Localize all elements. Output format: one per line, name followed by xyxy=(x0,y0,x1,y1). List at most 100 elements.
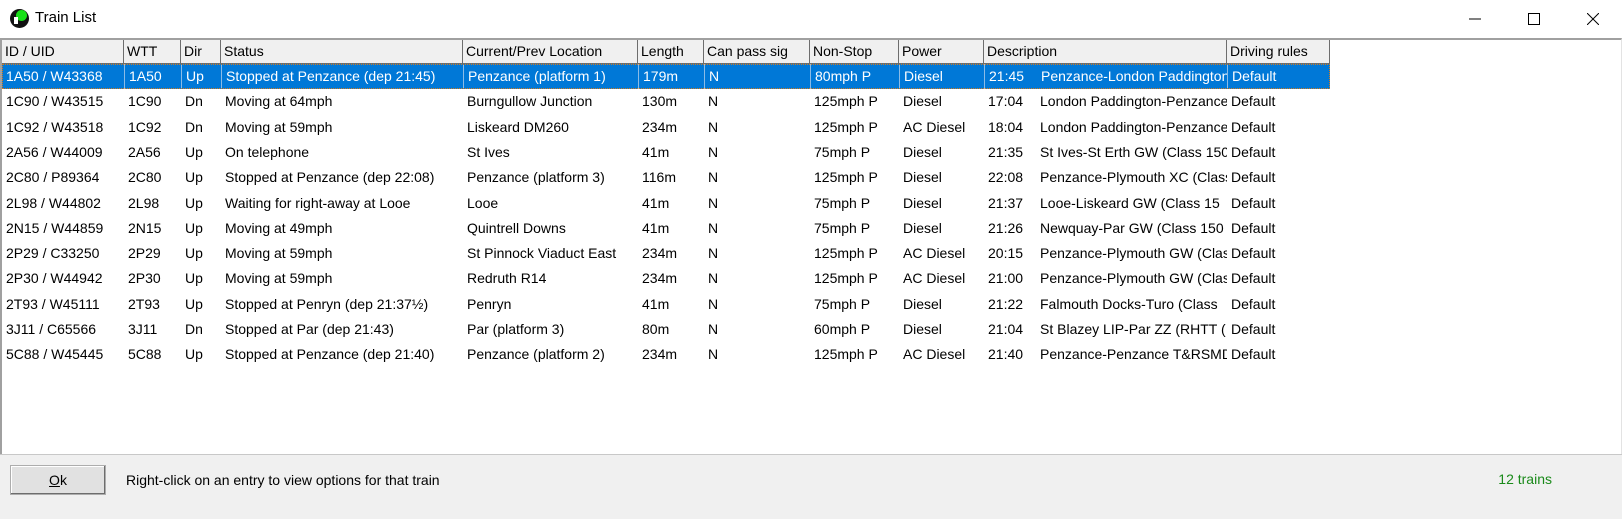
description-text: St Ives-St Erth GW (Class 150 xyxy=(1040,143,1227,160)
table-row[interactable]: 3J11 / C65566 3J11 Dn Stopped at Par (dep 2… xyxy=(2,317,1330,342)
table-row[interactable]: 1A50 / W43368 1A50 Up Stopped at Penzance (… xyxy=(2,64,1330,89)
description-text: London Paddington-Penzance xyxy=(1040,118,1227,135)
cell-status: Moving at 64mph xyxy=(225,93,333,110)
ok-label: k xyxy=(59,472,67,488)
table-row[interactable]: 1C92 / W43518 1C92 Dn Moving at 59mph Liskea… xyxy=(2,115,1330,140)
cell-non-stop: 80mph P xyxy=(810,64,899,89)
cell-status: Moving at 59mph xyxy=(225,118,333,135)
description-text: Looe-Liskeard GW (Class 15 xyxy=(1040,194,1220,211)
cell-dir: Up xyxy=(185,194,203,211)
train-list-view[interactable]: ID / UID WTT Dir Status Current/Prev Loc… xyxy=(0,38,1622,468)
column-header-dir[interactable]: Dir xyxy=(181,40,221,64)
table-row[interactable]: 2N15 / W44859 2N15 Up Moving at 49mph Quintr… xyxy=(2,216,1330,241)
description-text: Penzance-Plymouth GW (Class xyxy=(1040,245,1227,262)
table-row[interactable]: 5C88 / W45445 5C88 Up Stopped at Penzance (… xyxy=(2,342,1330,367)
close-button[interactable] xyxy=(1564,0,1622,38)
cell-length: 41m xyxy=(642,143,670,160)
cell-description: 21:40 Penzance-Penzance T&RSMD xyxy=(984,342,1227,367)
cell-location: Redruth R14 xyxy=(467,270,547,287)
cell-status: Stopped at Penryn (dep 21:37½) xyxy=(225,295,429,312)
cell-driving-rules: Default xyxy=(1231,295,1276,312)
cell-power: Diesel xyxy=(903,93,942,110)
cell-driving-rules: Default xyxy=(1231,245,1276,262)
cell-non-stop: 125mph P xyxy=(814,270,878,287)
cell-dir: Up xyxy=(185,143,203,160)
hint-text: Right-click on an entry to view options … xyxy=(126,472,440,488)
description-time: 21:04 xyxy=(988,321,1024,337)
column-header-length[interactable]: Length xyxy=(638,40,704,64)
minimize-button[interactable] xyxy=(1446,0,1504,38)
column-header-description[interactable]: Description xyxy=(984,40,1227,64)
cell-id: 3J11 / C65566 xyxy=(6,321,97,337)
cell-dir: Up xyxy=(185,295,203,312)
cell-location: Liskeard DM260 xyxy=(467,118,569,135)
cell-id: 2P29 / C33250 xyxy=(6,245,100,262)
cell-non-stop: 75mph P xyxy=(814,194,871,211)
close-icon xyxy=(1587,13,1599,25)
table-row[interactable]: 2A56 / W44009 2A56 Up On telephone St Ives 41… xyxy=(2,140,1330,165)
cell-power: AC Diesel xyxy=(903,270,966,287)
column-header-driving-rules[interactable]: Driving rules xyxy=(1227,40,1330,64)
cell-length: 41m xyxy=(642,219,670,236)
column-header-status[interactable]: Status xyxy=(221,40,463,64)
cell-dir: Up xyxy=(185,270,203,287)
table-row[interactable]: 2P29 / C33250 2P29 Up Moving at 59mph St Pin… xyxy=(2,241,1330,266)
cell-location: St Pinnock Viaduct East xyxy=(467,245,617,262)
cell-power: AC Diesel xyxy=(903,245,966,262)
cell-power: Diesel xyxy=(903,295,942,312)
table-row[interactable]: 2T93 / W45111 2T93 Up Stopped at Penryn (de… xyxy=(2,292,1330,317)
maximize-icon xyxy=(1528,13,1540,25)
table-row[interactable]: 2C80 / P89364 2C80 Up Stopped at Penzance (… xyxy=(2,165,1330,190)
cell-driving-rules: Default xyxy=(1227,64,1330,89)
description-time: 21:40 xyxy=(988,346,1024,363)
cell-can-pass-sig: N xyxy=(704,64,810,89)
cell-power: Diesel xyxy=(899,64,984,89)
cell-status: On telephone xyxy=(225,143,310,160)
cell-non-stop: 75mph P xyxy=(814,219,871,236)
footer-bar: Ok Right-click on an entry to view optio… xyxy=(0,454,1622,519)
cell-description: 21:04 St Blazey LIP-Par ZZ (RHTT ( xyxy=(984,317,1227,342)
cell-wtt: 3J11 xyxy=(128,321,158,337)
cell-id: 1A50 / W43368 xyxy=(6,68,103,84)
cell-power: AC Diesel xyxy=(903,346,966,363)
column-header-id[interactable]: ID / UID xyxy=(2,40,124,64)
cell-location: Penzance (platform 3) xyxy=(467,169,605,186)
cell-description: 18:04 London Paddington-Penzance xyxy=(984,115,1227,140)
cell-non-stop: 125mph P xyxy=(814,245,878,262)
description-time: 20:15 xyxy=(988,245,1024,262)
cell-driving-rules: Default xyxy=(1231,346,1276,363)
column-header-power[interactable]: Power xyxy=(899,40,984,64)
ok-button[interactable]: Ok xyxy=(10,465,106,495)
cell-location: Looe xyxy=(467,194,499,211)
column-header-non-stop[interactable]: Non-Stop xyxy=(810,40,899,64)
column-header-wtt[interactable]: WTT xyxy=(124,40,181,64)
cell-can-pass-sig: N xyxy=(708,169,719,186)
column-header-can-pass-sig[interactable]: Can pass sig xyxy=(704,40,810,64)
cell-id: 1C90 / W43515 xyxy=(6,93,104,110)
cell-length: 130m xyxy=(642,93,678,110)
cell-status: Stopped at Penzance (dep 22:08) xyxy=(225,169,435,186)
cell-dir: Dn xyxy=(185,118,203,135)
description-time: 17:04 xyxy=(988,93,1024,110)
cell-length: 234m xyxy=(642,118,678,135)
cell-power: Diesel xyxy=(903,321,942,337)
cell-id: 5C88 / W45445 xyxy=(6,346,104,363)
column-header-location[interactable]: Current/Prev Location xyxy=(463,40,638,64)
description-text: Penzance-London Paddington xyxy=(1041,68,1227,84)
cell-location: Burngullow Junction xyxy=(467,93,593,110)
cell-can-pass-sig: N xyxy=(708,295,719,312)
cell-location: Penzance (platform 1) xyxy=(463,64,638,89)
cell-description: 21:00 Penzance-Plymouth GW (Class xyxy=(984,266,1227,291)
cell-driving-rules: Default xyxy=(1231,93,1276,110)
cell-can-pass-sig: N xyxy=(708,194,719,211)
table-row[interactable]: 2L98 / W44802 2L98 Up Waiting for right-awa… xyxy=(2,191,1330,216)
cell-id: 2L98 / W44802 xyxy=(6,194,101,211)
table-row[interactable]: 1C90 / W43515 1C90 Dn Moving at 64mph Burngu… xyxy=(2,89,1330,114)
cell-description: 22:08 Penzance-Plymouth XC (Class xyxy=(984,165,1227,190)
maximize-button[interactable] xyxy=(1505,0,1563,38)
cell-id: 2C80 / P89364 xyxy=(6,169,100,186)
cell-can-pass-sig: N xyxy=(708,245,719,262)
cell-non-stop: 75mph P xyxy=(814,143,871,160)
table-row[interactable]: 2P30 / W44942 2P30 Up Moving at 59mph Redrut… xyxy=(2,266,1330,291)
cell-status: Stopped at Penzance (dep 21:45) xyxy=(221,64,463,89)
